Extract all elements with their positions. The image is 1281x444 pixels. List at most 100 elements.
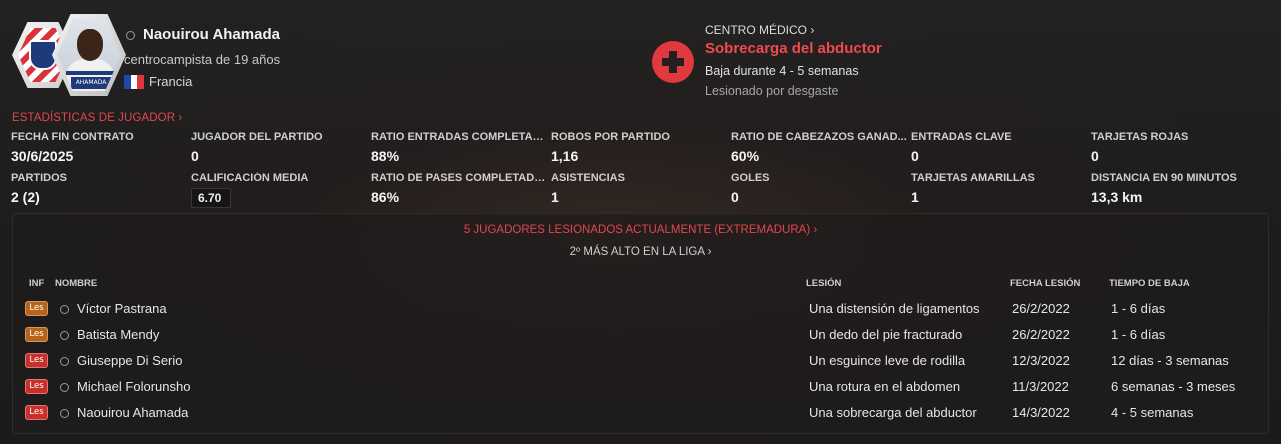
- table-row[interactable]: Les Naouirou Ahamada Una sobrecarga del ab…: [13, 400, 1268, 426]
- player-badge: AHAMADA: [12, 14, 126, 96]
- injury-cell: Una sobrecarga del abductor: [809, 405, 977, 420]
- injury-date-cell: 26/2/2022: [1012, 327, 1070, 342]
- injured-count-link[interactable]: 5 JUGADORES LESIONADOS ACTUALMENTE (EXTR…: [13, 224, 1268, 236]
- stat-value: 30/6/2025: [11, 148, 74, 164]
- injury-cell: Una rotura en el abdomen: [809, 379, 961, 394]
- injury-status-badge[interactable]: Les: [25, 327, 48, 342]
- injury-date-cell: 11/3/2022: [1012, 379, 1069, 394]
- table-row[interactable]: Les Michael Folorunsho Una rotura en el ab…: [13, 374, 1268, 400]
- league-rank-link[interactable]: 2º MÁS ALTO EN LA LIGA ›: [13, 246, 1268, 258]
- time-out-cell: 1 - 6 días: [1111, 301, 1166, 316]
- player-name-cell[interactable]: Batista Mendy: [77, 327, 159, 342]
- person-icon: [126, 31, 135, 40]
- stat-item: TARJETAS AMARILLAS 1: [911, 172, 1035, 205]
- column-header-inf[interactable]: INF: [29, 278, 44, 289]
- stat-item: TARJETAS ROJAS 0: [1091, 131, 1188, 164]
- stat-item: RATIO DE CABEZAZOS GANAD... 60%: [731, 131, 907, 164]
- stat-label: JUGADOR DEL PARTIDO: [191, 131, 323, 143]
- chevron-right-icon: ›: [704, 246, 712, 258]
- stat-label: PARTIDOS: [11, 172, 68, 184]
- stat-value: 1: [911, 189, 919, 205]
- stat-item: PARTIDOS 2 (2): [11, 172, 67, 205]
- injury-date-cell: 14/3/2022: [1012, 405, 1070, 420]
- injury-status-badge[interactable]: Les: [25, 301, 48, 316]
- stat-item: ENTRADAS CLAVE 0: [911, 131, 1012, 164]
- stat-label: FECHA FIN CONTRATO: [11, 131, 134, 143]
- stat-value: 13,3 km: [1091, 189, 1143, 205]
- stat-value: 1,16: [551, 148, 579, 164]
- stat-value: 0: [911, 148, 919, 164]
- person-icon: [60, 305, 69, 314]
- player-role: centrocampista de 19 años: [124, 52, 281, 67]
- stat-item: RATIO DE PASES COMPLETADOS 86%: [371, 172, 547, 205]
- stat-label: TARJETAS ROJAS: [1091, 131, 1189, 143]
- stat-label: ENTRADAS CLAVE: [911, 131, 1012, 143]
- player-name-cell[interactable]: Giuseppe Di Serio: [77, 353, 183, 368]
- table-row[interactable]: Les Giuseppe Di Serio Un esguince leve de …: [13, 348, 1268, 374]
- injury-name: Sobrecarga del abductor: [705, 40, 882, 57]
- stat-item: GOLES 0: [731, 172, 770, 205]
- medical-centre-link[interactable]: CENTRO MÉDICO ›: [705, 23, 814, 37]
- player-name-cell[interactable]: Víctor Pastrana: [77, 301, 167, 316]
- stat-value: 60%: [731, 148, 760, 164]
- stat-value: 2 (2): [11, 189, 40, 205]
- stat-item: JUGADOR DEL PARTIDO 0: [191, 131, 323, 164]
- person-icon: [60, 357, 69, 366]
- injury-date-cell: 26/2/2022: [1012, 301, 1070, 316]
- injured-players-panel: 5 JUGADORES LESIONADOS ACTUALMENTE (EXTR…: [12, 213, 1269, 434]
- player-name[interactable]: Naouirou Ahamada: [143, 26, 280, 43]
- player-nation[interactable]: Francia: [149, 74, 192, 89]
- player-stats-link[interactable]: ESTADÍSTICAS DE JUGADOR ›: [12, 112, 182, 124]
- player-name-cell[interactable]: Michael Folorunsho: [77, 379, 190, 394]
- person-icon: [60, 383, 69, 392]
- column-header-time[interactable]: TIEMPO DE BAJA: [1109, 278, 1190, 289]
- injury-status-badge[interactable]: Les: [25, 405, 48, 420]
- injury-cause: Lesionado por desgaste: [705, 84, 839, 98]
- stat-value: 0: [1091, 148, 1099, 164]
- table-row[interactable]: Les Batista Mendy Un dedo del pie fractura…: [13, 322, 1268, 348]
- stat-value: 86%: [371, 189, 400, 205]
- column-header-date[interactable]: FECHA LESIÓN: [1010, 278, 1080, 289]
- stat-value: 88%: [371, 148, 400, 164]
- stat-label: CALIFICACIÓN MEDIA: [191, 172, 309, 184]
- injury-status-badge[interactable]: Les: [25, 353, 48, 368]
- injury-cell: Una distensión de ligamentos: [809, 301, 980, 316]
- column-header-name[interactable]: NOMBRE: [55, 278, 97, 289]
- stat-label: DISTANCIA EN 90 MINUTOS: [1091, 172, 1237, 184]
- stat-label: RATIO DE CABEZAZOS GANAD...: [731, 131, 907, 143]
- injury-status-badge[interactable]: Les: [25, 379, 48, 394]
- stat-item: RATIO ENTRADAS COMPLETAD... 88%: [371, 131, 547, 164]
- photo-nameplate: AHAMADA: [71, 77, 111, 89]
- stat-value: 0: [191, 148, 199, 164]
- column-header-injury[interactable]: LESIÓN: [806, 278, 841, 289]
- stat-label: GOLES: [731, 172, 770, 184]
- chevron-right-icon: ›: [810, 23, 815, 37]
- france-flag-icon: [124, 75, 145, 89]
- stat-item: DISTANCIA EN 90 MINUTOS 13,3 km: [1091, 172, 1237, 205]
- stat-label: TARJETAS AMARILLAS: [911, 172, 1035, 184]
- player-photo[interactable]: AHAMADA: [52, 14, 126, 96]
- stat-label: RATIO DE PASES COMPLETADOS: [371, 172, 547, 184]
- stat-label: RATIO ENTRADAS COMPLETAD...: [371, 131, 547, 143]
- stat-item: FECHA FIN CONTRATO 30/6/2025: [11, 131, 134, 164]
- stat-label: ASISTENCIAS: [551, 172, 625, 184]
- injury-duration: Baja durante 4 - 5 semanas: [705, 64, 859, 78]
- player-name-cell[interactable]: Naouirou Ahamada: [77, 405, 188, 420]
- medical-cross-icon: [652, 41, 694, 83]
- chevron-right-icon: ›: [178, 112, 183, 124]
- stat-item: ASISTENCIAS 1: [551, 172, 625, 205]
- time-out-cell: 12 días - 3 semanas: [1111, 353, 1229, 368]
- average-rating-badge: 6.70: [191, 188, 231, 208]
- time-out-cell: 6 semanas - 3 meses: [1111, 379, 1236, 394]
- injury-cell: Un esguince leve de rodilla: [809, 353, 966, 368]
- person-icon: [60, 409, 69, 418]
- stat-item: CALIFICACIÓN MEDIA 6.70: [191, 172, 308, 208]
- stat-value: 1: [551, 189, 559, 205]
- stat-item: ROBOS POR PARTIDO 1,16: [551, 131, 670, 164]
- stat-label: ROBOS POR PARTIDO: [551, 131, 670, 143]
- injury-date-cell: 12/3/2022: [1012, 353, 1070, 368]
- stat-value: 0: [731, 189, 739, 205]
- time-out-cell: 4 - 5 semanas: [1111, 405, 1194, 420]
- time-out-cell: 1 - 6 días: [1111, 327, 1166, 342]
- table-row[interactable]: Les Víctor Pastrana Una distensión de liga…: [13, 296, 1268, 322]
